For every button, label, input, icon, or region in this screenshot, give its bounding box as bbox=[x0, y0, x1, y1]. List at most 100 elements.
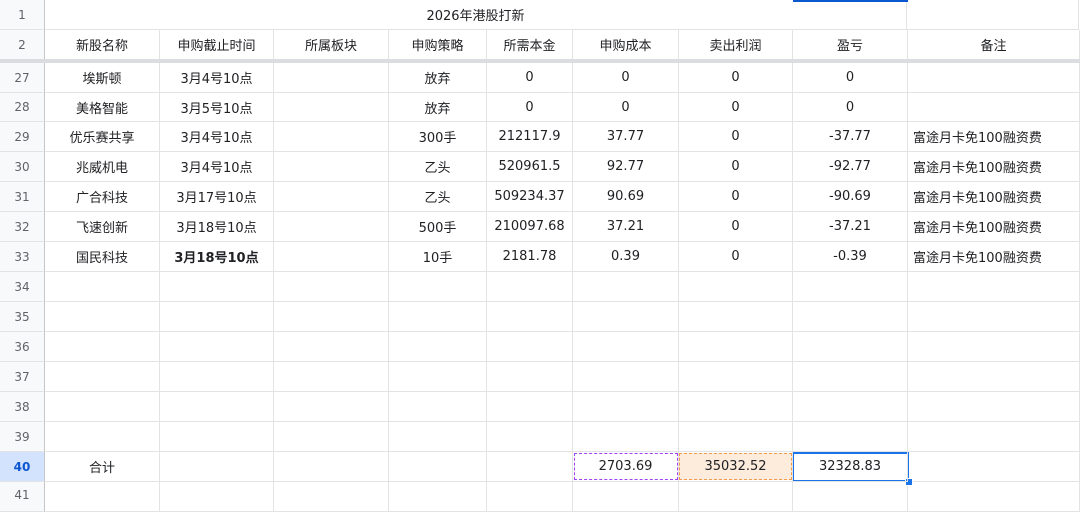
cell[interactable] bbox=[793, 332, 908, 362]
cell-note[interactable]: 富途月卡免100融资费 bbox=[908, 182, 1080, 212]
cell-pnl[interactable]: -90.69 bbox=[793, 182, 908, 212]
cell[interactable] bbox=[679, 332, 793, 362]
cell[interactable] bbox=[160, 482, 274, 512]
header-note[interactable]: 备注 bbox=[908, 30, 1080, 60]
cell-name[interactable]: 埃斯顿 bbox=[45, 63, 160, 93]
cell-note[interactable] bbox=[908, 93, 1080, 122]
cell[interactable] bbox=[679, 392, 793, 422]
cell-name[interactable]: 飞速创新 bbox=[45, 212, 160, 242]
cell[interactable] bbox=[160, 272, 274, 302]
cell[interactable] bbox=[274, 482, 389, 512]
cell-deadline[interactable]: 3月5号10点 bbox=[160, 93, 274, 122]
cell-pnl[interactable]: -92.77 bbox=[793, 152, 908, 182]
cell-capital[interactable]: 520961.5 bbox=[487, 152, 573, 182]
cell[interactable] bbox=[45, 302, 160, 332]
row-header[interactable]: 29 bbox=[0, 122, 45, 152]
cell-note[interactable]: 富途月卡免100融资费 bbox=[908, 212, 1080, 242]
cell[interactable] bbox=[793, 422, 908, 452]
cell[interactable] bbox=[573, 302, 679, 332]
cell[interactable] bbox=[160, 302, 274, 332]
cell-name[interactable]: 美格智能 bbox=[45, 93, 160, 122]
cell-profit[interactable]: 0 bbox=[679, 152, 793, 182]
cell-strategy[interactable]: 放弃 bbox=[389, 63, 487, 93]
cell-pnl[interactable]: 0 bbox=[793, 93, 908, 122]
cell-name[interactable]: 广合科技 bbox=[45, 182, 160, 212]
cell[interactable] bbox=[679, 482, 793, 512]
cell-deadline[interactable]: 3月4号10点 bbox=[160, 63, 274, 93]
cell-profit[interactable]: 0 bbox=[679, 63, 793, 93]
cell[interactable] bbox=[679, 302, 793, 332]
cell[interactable] bbox=[793, 482, 908, 512]
cell-sector[interactable] bbox=[274, 182, 389, 212]
cell[interactable] bbox=[160, 362, 274, 392]
row-header[interactable]: 39 bbox=[0, 422, 45, 452]
cell[interactable] bbox=[908, 302, 1080, 332]
cell-profit[interactable]: 0 bbox=[679, 242, 793, 272]
cell[interactable] bbox=[487, 452, 573, 482]
row-header[interactable]: 41 bbox=[0, 482, 45, 512]
cell[interactable] bbox=[389, 392, 487, 422]
cell-pnl[interactable]: -0.39 bbox=[793, 242, 908, 272]
cell[interactable] bbox=[908, 272, 1080, 302]
cell[interactable] bbox=[389, 362, 487, 392]
row-header[interactable]: 36 bbox=[0, 332, 45, 362]
cell[interactable] bbox=[274, 452, 389, 482]
cell-strategy[interactable]: 300手 bbox=[389, 122, 487, 152]
cell[interactable] bbox=[793, 392, 908, 422]
cell-strategy[interactable]: 放弃 bbox=[389, 93, 487, 122]
cell[interactable] bbox=[573, 392, 679, 422]
cell-sector[interactable] bbox=[274, 63, 389, 93]
cell[interactable] bbox=[45, 332, 160, 362]
cell-note[interactable]: 富途月卡免100融资费 bbox=[908, 242, 1080, 272]
cell[interactable] bbox=[389, 272, 487, 302]
row-header[interactable]: 38 bbox=[0, 392, 45, 422]
cell-sector[interactable] bbox=[274, 212, 389, 242]
cell[interactable] bbox=[160, 452, 274, 482]
cell-pnl[interactable]: -37.21 bbox=[793, 212, 908, 242]
cell[interactable] bbox=[793, 362, 908, 392]
cell[interactable] bbox=[573, 482, 679, 512]
cell-deadline[interactable]: 3月4号10点 bbox=[160, 122, 274, 152]
total-label[interactable]: 合计 bbox=[45, 452, 160, 482]
cell-strategy[interactable]: 10手 bbox=[389, 242, 487, 272]
cell[interactable] bbox=[45, 422, 160, 452]
cell-deadline[interactable]: 3月17号10点 bbox=[160, 182, 274, 212]
cell-cost[interactable]: 92.77 bbox=[573, 152, 679, 182]
cell-capital[interactable]: 509234.37 bbox=[487, 182, 573, 212]
row-header[interactable]: 35 bbox=[0, 302, 45, 332]
cell-pnl[interactable]: -37.77 bbox=[793, 122, 908, 152]
cell[interactable] bbox=[679, 422, 793, 452]
cell-name[interactable]: 优乐赛共享 bbox=[45, 122, 160, 152]
cell[interactable] bbox=[389, 482, 487, 512]
cell-cost[interactable]: 0 bbox=[573, 63, 679, 93]
cell-capital[interactable]: 2181.78 bbox=[487, 242, 573, 272]
cell[interactable] bbox=[274, 302, 389, 332]
cell-cost[interactable]: 90.69 bbox=[573, 182, 679, 212]
cell[interactable] bbox=[679, 362, 793, 392]
cell[interactable] bbox=[45, 482, 160, 512]
cell[interactable] bbox=[908, 422, 1080, 452]
cell-strategy[interactable]: 乙头 bbox=[389, 182, 487, 212]
header-profit[interactable]: 卖出利润 bbox=[679, 30, 793, 60]
header-capital[interactable]: 所需本金 bbox=[487, 30, 573, 60]
cell-cost[interactable]: 0.39 bbox=[573, 242, 679, 272]
cell-capital[interactable]: 0 bbox=[487, 63, 573, 93]
cell-note[interactable] bbox=[908, 63, 1080, 93]
cell-cost[interactable]: 37.77 bbox=[573, 122, 679, 152]
cell[interactable] bbox=[160, 422, 274, 452]
cell-profit[interactable]: 0 bbox=[679, 212, 793, 242]
cell[interactable] bbox=[274, 332, 389, 362]
cell-note[interactable]: 富途月卡免100融资费 bbox=[908, 152, 1080, 182]
cell[interactable] bbox=[487, 392, 573, 422]
row-header-2[interactable]: 2 bbox=[0, 30, 45, 60]
header-sector[interactable]: 所属板块 bbox=[274, 30, 389, 60]
cell[interactable] bbox=[389, 422, 487, 452]
cell[interactable] bbox=[274, 272, 389, 302]
row-header[interactable]: 37 bbox=[0, 362, 45, 392]
cell[interactable] bbox=[45, 362, 160, 392]
cell-pnl[interactable]: 0 bbox=[793, 63, 908, 93]
cell[interactable] bbox=[908, 362, 1080, 392]
cell-name[interactable]: 国民科技 bbox=[45, 242, 160, 272]
total-profit[interactable]: 35032.52 bbox=[679, 452, 793, 482]
row-header[interactable]: 28 bbox=[0, 93, 45, 122]
